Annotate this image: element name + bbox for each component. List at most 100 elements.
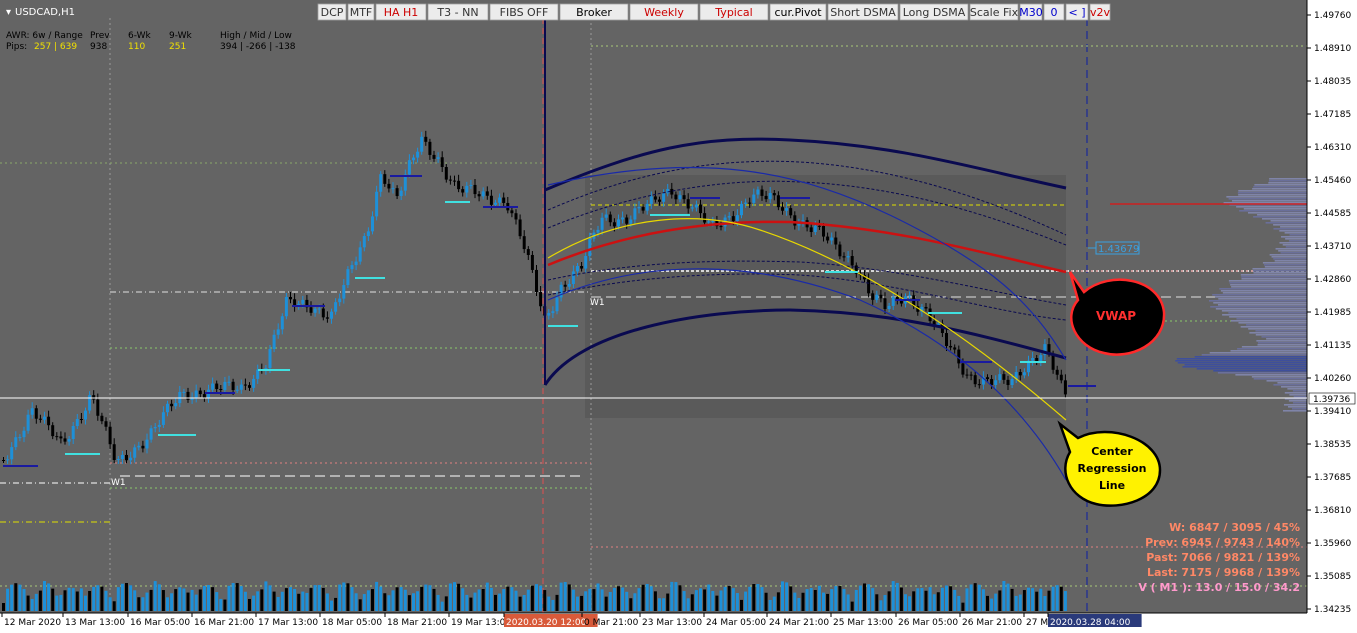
candle-body [67, 438, 71, 442]
candle-body [793, 215, 797, 226]
candle-body [760, 189, 764, 196]
volume-bar [30, 598, 34, 611]
toolbar-button[interactable]: DCP [317, 3, 347, 21]
volume-bar [645, 584, 649, 611]
toolbar-button[interactable]: Typical [699, 3, 769, 21]
volume-bar [674, 582, 678, 611]
volume-bar [420, 586, 424, 611]
candle-body [1018, 371, 1022, 376]
candle-body [157, 424, 161, 427]
volume-bar [399, 587, 403, 611]
candle-body [875, 294, 879, 300]
volume-bar [969, 584, 973, 611]
toolbar-button[interactable]: Short DSMA [827, 3, 899, 21]
volume-bar [108, 597, 112, 611]
volume-bar [354, 593, 358, 611]
candle-body [621, 217, 625, 220]
volume-bar [764, 592, 768, 611]
volume-bar [629, 598, 633, 611]
awr-pips-range: 257 | 639 [34, 42, 77, 52]
candle-body [711, 220, 715, 222]
volume-bar [211, 587, 215, 611]
volume-bar [317, 585, 321, 611]
volume-bar [797, 597, 801, 611]
candle-body [563, 284, 567, 287]
profile-bar [1273, 228, 1307, 230]
candle-body [752, 194, 756, 203]
candle-body [379, 174, 383, 192]
candle-body [227, 381, 231, 383]
candle-body [789, 208, 793, 216]
chart-window[interactable]: 1.49760 1.48910 1.48035 1.47185 1.46310 1.454… [0, 0, 1357, 633]
profile-bar [1236, 318, 1307, 320]
toolbar-button[interactable]: FIBS OFF [489, 3, 559, 21]
volume-bar [822, 592, 825, 611]
profile-bar [1213, 302, 1307, 304]
volume-bar [141, 597, 145, 611]
candle-body [211, 383, 215, 390]
toolbar-button[interactable]: Weekly [629, 3, 699, 21]
toolbar-button[interactable]: v2v [1089, 3, 1111, 21]
candle-body [284, 296, 288, 317]
profile-bar [1248, 212, 1307, 214]
toolbar-button[interactable]: 0 [1043, 3, 1065, 21]
candle-body [223, 381, 227, 390]
toolbar-button[interactable]: cur.Pivot [769, 3, 827, 21]
awr-header-c1: AWR: 6w / Range [6, 31, 83, 41]
volume-bar [202, 585, 206, 611]
candle-body [994, 380, 998, 386]
volume-bar [752, 584, 756, 611]
toolbar-button[interactable]: MTF [347, 3, 375, 21]
candle-body [100, 415, 104, 422]
candle-body [842, 256, 846, 258]
volume-bar [793, 592, 797, 611]
candle-body [826, 236, 830, 241]
candle-body [239, 384, 243, 390]
profile-bar [1196, 368, 1307, 370]
volume-bar [301, 591, 305, 611]
volume-bar [338, 584, 342, 611]
volume-bar [785, 582, 789, 611]
candle-body [883, 298, 887, 310]
profile-bar [1241, 276, 1307, 278]
candle-body [137, 445, 141, 448]
toolbar-button[interactable]: Broker [559, 3, 629, 21]
profile-bar [1235, 374, 1307, 376]
candle-body [84, 410, 87, 420]
toolbar-button[interactable]: HA H1 [375, 3, 427, 21]
toolbar-button[interactable]: Scale Fix [969, 3, 1019, 21]
candle-body [682, 195, 686, 200]
candle-body [112, 444, 116, 460]
candle-body [986, 377, 989, 380]
indicator-toolbar[interactable]: DCP MTF HA H1 T3 - NN FIBS OFF Broker Weekly Ty… [317, 3, 1111, 21]
volume-bar [1035, 591, 1039, 611]
volume-bar [444, 596, 448, 611]
volume-bar [92, 586, 96, 611]
volume-bar [813, 590, 817, 611]
candle-body [202, 394, 206, 398]
time-tick-label: 12 Mar 2020 [4, 618, 61, 628]
profile-bar [1228, 280, 1307, 282]
candle-body [38, 418, 42, 420]
candle-body [768, 193, 772, 200]
volume-bar [149, 589, 153, 611]
toolbar-button[interactable]: Long DSMA [899, 3, 969, 21]
time-tick-label: 16 Mar 05:00 [130, 618, 190, 628]
toolbar-button[interactable]: T3 - NN [427, 3, 489, 21]
toolbar-button[interactable]: M30 [1019, 3, 1043, 21]
volume-bar [43, 581, 46, 611]
volume-bar [1051, 586, 1055, 611]
candle-body [965, 374, 969, 376]
price-chart[interactable]: 1.49760 1.48910 1.48035 1.47185 1.46310 1.454… [0, 0, 1357, 633]
profile-bar [1219, 288, 1307, 290]
regression-callout-line1: Center [1091, 445, 1133, 458]
volume-bar [539, 585, 543, 611]
candle-body [514, 213, 518, 220]
toolbar-button[interactable]: < ] [1065, 3, 1089, 21]
profile-bar [1248, 328, 1307, 330]
volume-bar [555, 594, 559, 611]
volume-bar [875, 594, 879, 611]
price-tag-text: 1.43679 [1098, 244, 1139, 255]
candle-body [63, 438, 67, 442]
volume-bar [908, 596, 912, 611]
